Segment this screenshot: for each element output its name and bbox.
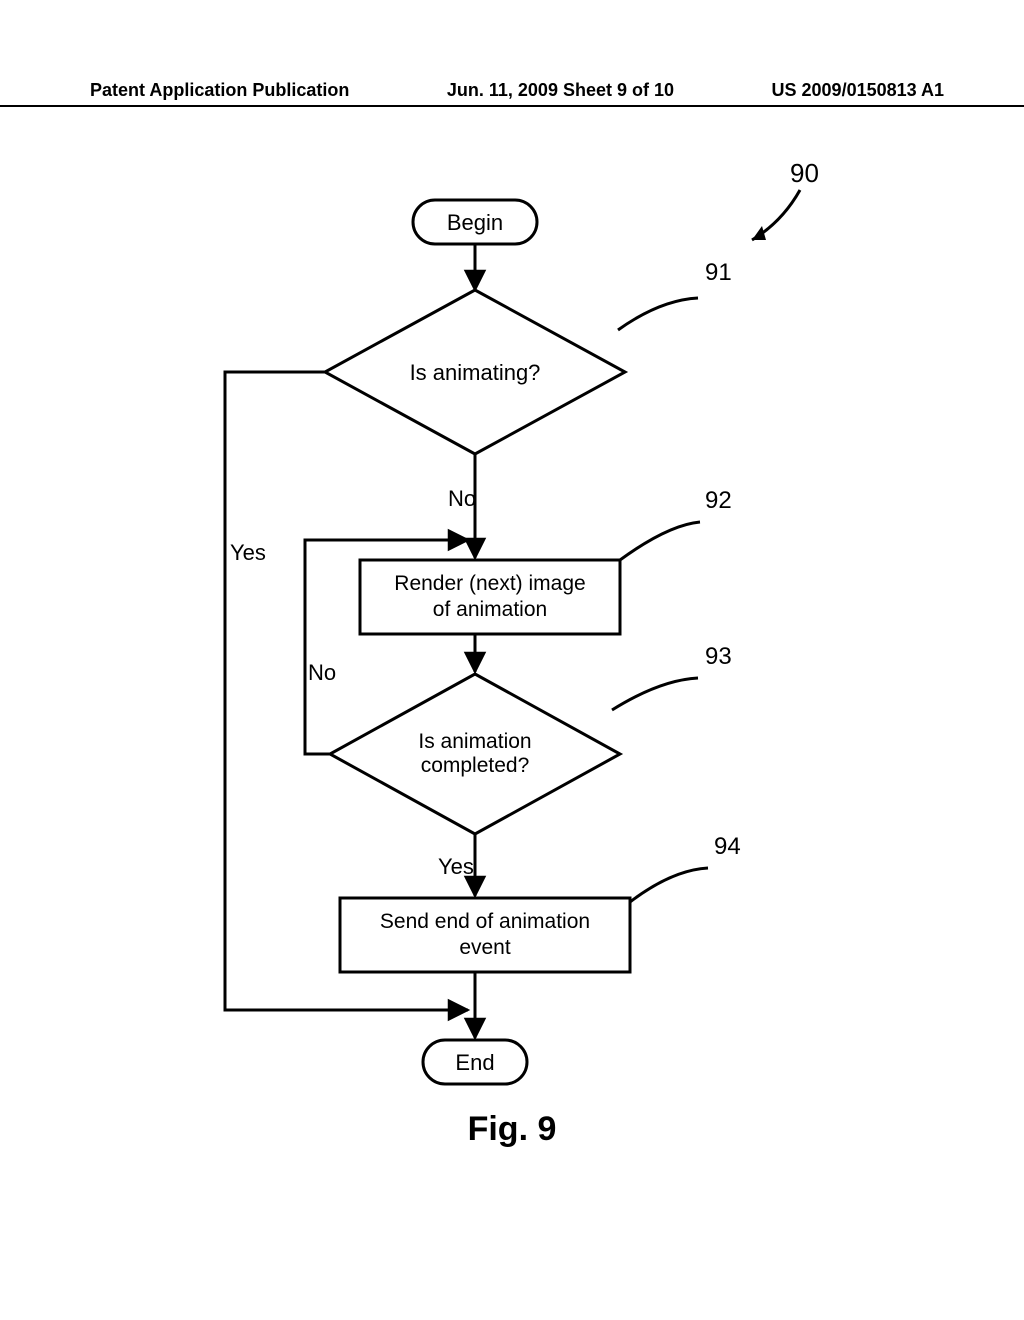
ref-92-label: 92 [705,487,732,514]
p2-l1: Send end of animation [380,910,590,933]
header-right: US 2009/0150813 A1 [772,80,944,101]
ref-93-label: 93 [705,643,732,670]
d2-l2: completed? [421,754,530,777]
figure-caption: Fig. 9 [0,1110,1024,1149]
p1-l2: of animation [433,598,547,621]
ref-93-leader [612,678,698,710]
d1-label: Is animating? [410,360,541,385]
begin-label: Begin [447,210,503,235]
decision-is-animating: Is animating? [325,290,625,454]
ref-92-leader [620,522,700,560]
ref-94-label: 94 [714,833,741,860]
d1-yes-label: Yes [230,540,266,565]
process-render-image: Render (next) image of animation [360,560,620,634]
d2-yes-label: Yes [438,854,474,879]
header-left: Patent Application Publication [90,80,349,101]
p1-l1: Render (next) image [394,572,585,595]
ref-94-leader [630,868,708,902]
d2-l1: Is animation [418,730,531,753]
decision-animation-completed: Is animation completed? [330,674,620,834]
d1-no-label: No [448,486,476,511]
end-node: End [423,1040,527,1084]
p2-l2: event [459,936,511,959]
d2-no-label: No [308,660,336,685]
end-label: End [455,1050,494,1075]
ref-91-label: 91 [705,259,732,286]
ref-91-leader [618,298,698,330]
flowchart: Begin Is animating? 91 No Render (next) … [0,140,1024,1105]
begin-node: Begin [413,200,537,244]
process-send-end-event: Send end of animation event [340,898,630,972]
header-center: Jun. 11, 2009 Sheet 9 of 10 [447,80,674,101]
page-header: Patent Application Publication Jun. 11, … [0,80,1024,107]
ref-90-label: 90 [790,158,819,188]
ref-90-arrowhead [752,226,766,240]
